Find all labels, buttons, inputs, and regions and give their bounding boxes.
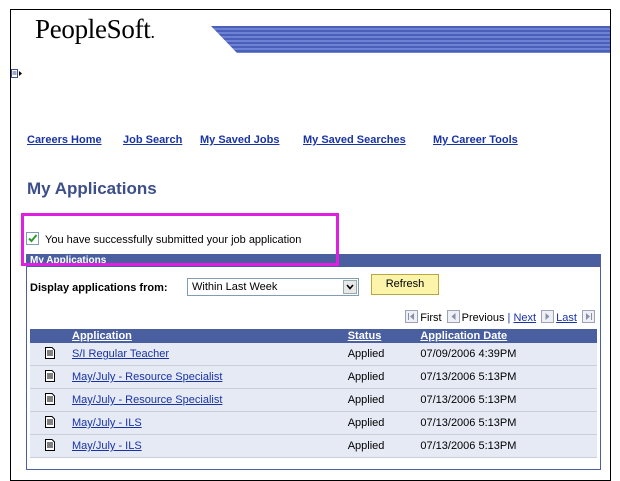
table-row: May/July - Resource Specialist Applied 0… (30, 388, 597, 412)
application-link[interactable]: S/I Regular Teacher (72, 348, 169, 360)
nav-job-search-link[interactable]: Job Search (123, 134, 182, 146)
nav-my-saved-searches-link[interactable]: My Saved Searches (303, 134, 406, 146)
date-column-header[interactable]: Application Date (418, 329, 597, 343)
banner-stripe (211, 26, 610, 53)
peoplesoft-logo: PeopleSoft. (35, 14, 155, 45)
menu-toggle-icon[interactable] (11, 66, 23, 78)
application-cell: May/July - ILS (70, 434, 346, 458)
nav-my-saved-jobs-link[interactable]: My Saved Jobs (200, 134, 279, 146)
refresh-button[interactable]: Refresh (371, 274, 439, 295)
application-link[interactable]: May/July - ILS (72, 417, 142, 429)
date-cell: 07/09/2006 4:39PM (418, 343, 597, 366)
previous-page-label[interactable]: Previous (462, 312, 505, 324)
application-link[interactable]: May/July - Resource Specialist (72, 371, 222, 383)
date-cell: 07/13/2006 5:13PM (418, 365, 597, 389)
table-row: S/I Regular Teacher Applied 07/09/2006 4… (30, 343, 597, 366)
pagination: First Previous | Next Last (403, 310, 597, 324)
document-icon[interactable] (30, 365, 70, 389)
next-page-icon[interactable] (541, 310, 555, 323)
previous-page-icon[interactable] (446, 310, 460, 323)
page-title: My Applications (27, 179, 157, 198)
table-row: May/July - Resource Specialist Applied 0… (30, 365, 597, 389)
chevron-down-icon[interactable] (343, 280, 357, 294)
status-cell: Applied (345, 388, 419, 412)
application-cell: May/July - ILS (70, 411, 346, 435)
application-cell: May/July - Resource Specialist (70, 388, 346, 412)
filter-label: Display applications from: (30, 282, 168, 294)
table-header-row: Application Status Application Date (30, 329, 597, 343)
status-cell: Applied (345, 365, 419, 389)
date-cell: 07/13/2006 5:13PM (418, 411, 597, 435)
last-page-link[interactable]: Last (556, 312, 577, 324)
document-icon[interactable] (30, 388, 70, 412)
table-row: May/July - ILS Applied 07/13/2006 5:13PM (30, 434, 597, 458)
table-row: May/July - ILS Applied 07/13/2006 5:13PM (30, 411, 597, 435)
nav-my-career-tools-link[interactable]: My Career Tools (433, 134, 518, 146)
app-window: PeopleSoft. Careers Home Job Search My S… (10, 9, 611, 481)
status-cell: Applied (345, 411, 419, 435)
application-cell: S/I Regular Teacher (70, 343, 346, 366)
status-cell: Applied (345, 343, 419, 366)
document-icon[interactable] (30, 434, 70, 458)
logo-mark: . (150, 22, 156, 42)
nav-careers-home-link[interactable]: Careers Home (27, 134, 102, 146)
application-cell: May/July - Resource Specialist (70, 365, 346, 389)
application-link[interactable]: May/July - Resource Specialist (72, 394, 222, 406)
date-cell: 07/13/2006 5:13PM (418, 388, 597, 412)
logo-text: PeopleSoft (35, 14, 151, 44)
next-page-link[interactable]: Next (513, 312, 536, 324)
status-column-header[interactable]: Status (345, 329, 419, 343)
applications-panel: My Applications Display applications fro… (26, 254, 601, 470)
date-range-value: Within Last Week (192, 281, 278, 293)
status-cell: Applied (345, 434, 419, 458)
first-page-label[interactable]: First (420, 312, 441, 324)
document-icon[interactable] (30, 411, 70, 435)
message-highlight-box (21, 213, 339, 266)
application-column-header[interactable]: Application (70, 329, 346, 343)
date-cell: 07/13/2006 5:13PM (418, 434, 597, 458)
first-page-icon[interactable] (405, 310, 419, 323)
application-link[interactable]: May/July - ILS (72, 440, 142, 452)
last-page-icon[interactable] (582, 310, 595, 323)
header-banner: PeopleSoft. (11, 10, 610, 65)
document-icon[interactable] (30, 343, 70, 366)
date-range-select[interactable]: Within Last Week (187, 278, 359, 296)
pager-separator: | (507, 312, 511, 324)
applications-table: Application Status Application Date S/I … (30, 329, 597, 458)
icon-column-header (30, 329, 70, 343)
